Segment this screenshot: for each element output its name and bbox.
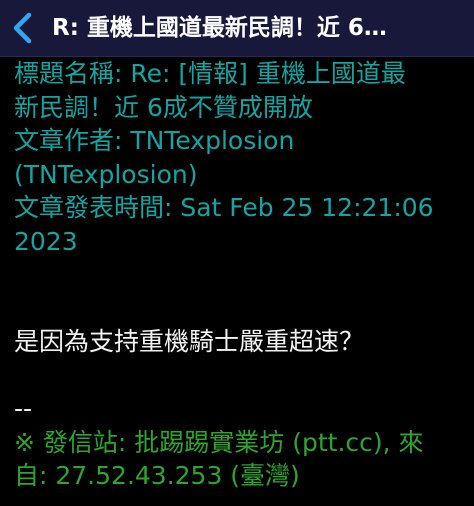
article-content: 標題名稱: Re: [情報] 重機上國道最 新民調！近 6成不贊成開放 文章作者… [14,57,466,493]
back-button[interactable] [8,10,38,46]
article-author-nick: (TNTexplosion) [14,159,198,189]
article-title-line-2: 新民調！近 6成不贊成開放 [14,92,313,122]
nav-bar: R: 重機上國道最新民調！近 6… [0,0,474,57]
nav-title: R: 重機上國道最新民調！近 6… [52,15,387,41]
signature-line-2: 自: 27.52.43.253 (臺灣) [14,461,300,490]
chevron-left-icon [13,12,32,44]
signature-separator: -- [14,394,33,423]
article-title-line-1: 標題名稱: Re: [情報] 重機上國道最 [14,59,406,88]
article-body: 是因為支持重機騎士嚴重超速？ [14,327,365,356]
article-time-year: 2023 [14,226,78,256]
article-time-line: 文章發表時間: Sat Feb 25 12:21:06 [14,193,434,222]
article-author-line: 文章作者: TNTexplosion [14,126,295,155]
signature-line-1: ※ 發信站: 批踢踢實業坊 (ptt.cc), 來 [14,427,424,457]
